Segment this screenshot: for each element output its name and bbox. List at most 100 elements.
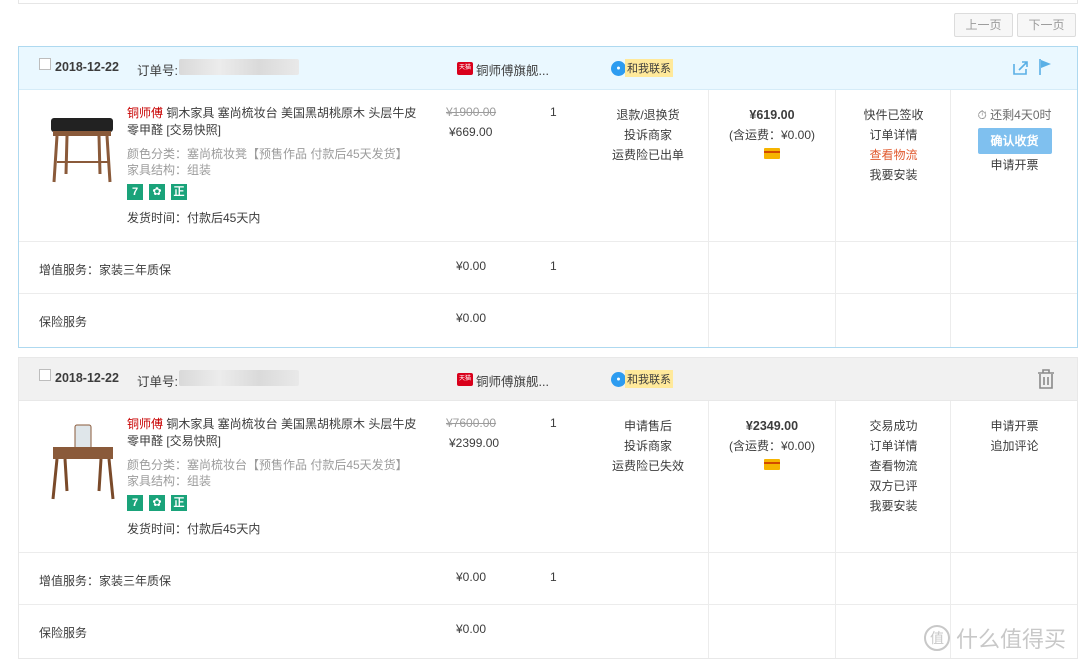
after-sale-links: 退款/退换货 投诉商家 运费险已出单	[593, 105, 703, 165]
product-title-link[interactable]: 铜师傅 铜木家具 塞尚梳妆台 美国黑胡桃原木 头层牛皮零甲醛 [交易快照]	[127, 105, 427, 139]
order-checkbox[interactable]	[39, 58, 51, 70]
order-number-label: 订单号:	[137, 375, 178, 389]
order-detail-link[interactable]: 订单详情	[836, 436, 951, 456]
pager: 上一页 下一页	[954, 13, 1076, 37]
seven-day-return-icon[interactable]: 7	[127, 495, 143, 511]
status-text: 交易成功	[869, 419, 918, 433]
status-text: 快件已签收	[863, 108, 924, 122]
complain-link[interactable]: 投诉商家	[593, 436, 703, 456]
stool-thumbnail[interactable]	[43, 110, 123, 190]
prev-page-button[interactable]: 上一页	[954, 13, 1013, 37]
review-status[interactable]: 双方已评	[836, 476, 951, 496]
shield-icon[interactable]: ✿	[149, 495, 165, 511]
extra-label: 保险服务	[39, 315, 88, 329]
extra-label: 增值服务：家装三年质保	[39, 574, 172, 588]
countdown: ⏱ 还剩4天0时	[977, 108, 1052, 122]
original-price: ¥7600.00	[446, 416, 497, 430]
order-status: 交易成功 订单详情 查看物流 双方已评 我要安装	[836, 416, 951, 516]
order-card: 2018-12-22 订单号: 天猫 铜师傅旗舰... ● 和我联系 铜师傅 铜…	[18, 357, 1078, 659]
extra-price: ¥0.00	[456, 622, 487, 636]
genuine-icon[interactable]: 正	[171, 184, 187, 200]
order-number-redacted	[179, 370, 299, 386]
insurance-status[interactable]: 运费险已出单	[593, 145, 703, 165]
top-divider	[18, 0, 1078, 4]
total-amount: ¥619.00	[749, 108, 795, 122]
insurance-status[interactable]: 运费险已失效	[593, 456, 703, 476]
refund-link[interactable]: 退款/退换货	[593, 105, 703, 125]
product-title-link[interactable]: 铜师傅 铜木家具 塞尚梳妆台 美国黑胡桃原木 头层牛皮零甲醛 [交易快照]	[127, 416, 427, 450]
order-header: 2018-12-22 订单号: 天猫 铜师傅旗舰... ● 和我联系	[19, 358, 1077, 401]
share-icon[interactable]	[1012, 60, 1029, 76]
product-name: 铜木家具 塞尚梳妆台 美国黑胡桃原木 头层牛皮零甲醛 [交易快照]	[127, 417, 417, 448]
extra-row: 增值服务：家装三年质保 ¥0.00 1	[19, 553, 1077, 605]
shield-icon[interactable]: ✿	[149, 184, 165, 200]
credit-card-icon	[764, 459, 780, 470]
shop-name-link[interactable]: 铜师傅旗舰...	[476, 60, 549, 79]
confirm-receipt-button[interactable]: 确认收货	[977, 128, 1052, 154]
order-total: ¥2349.00 (含运费：¥0.00)	[709, 416, 835, 476]
quantity: 1	[550, 416, 557, 430]
order-card: 2018-12-22 订单号: 天猫 铜师傅旗舰... ● 和我联系 铜师傅 铜…	[18, 46, 1078, 348]
extra-label: 增值服务：家装三年质保	[39, 263, 172, 277]
contact-seller-button[interactable]: ● 和我联系	[611, 370, 673, 388]
sku-structure: 家具结构：组装	[127, 163, 212, 177]
order-number-label: 订单号:	[137, 64, 178, 78]
order-detail-link[interactable]: 订单详情	[836, 125, 951, 145]
track-shipment-link[interactable]: 查看物流	[836, 145, 951, 165]
contact-label: 和我联系	[625, 59, 673, 77]
chat-icon: ●	[611, 60, 626, 76]
quantity: 1	[550, 105, 557, 119]
invoice-link[interactable]: 申请开票	[951, 155, 1078, 175]
product-name: 铜木家具 塞尚梳妆台 美国黑胡桃原木 头层牛皮零甲醛 [交易快照]	[127, 106, 417, 137]
countdown-text: 还剩4天0时	[990, 108, 1052, 122]
order-date: 2018-12-22	[55, 60, 119, 74]
product-sku: 颜色分类：塞尚梳妆台【预售作品 付款后45天发货】 家具结构：组装	[127, 457, 427, 489]
watermark: 值 什么值得买	[923, 622, 1066, 654]
flag-icon[interactable]	[1038, 58, 1052, 76]
order-number-redacted	[179, 59, 299, 75]
extra-row: 增值服务：家装三年质保 ¥0.00 1	[19, 242, 1077, 294]
install-link[interactable]: 我要安装	[836, 496, 951, 516]
track-shipment-link[interactable]: 查看物流	[836, 456, 951, 476]
smzdm-logo-icon: 值	[923, 625, 950, 651]
extra-price: ¥0.00	[456, 259, 487, 273]
order-total: ¥619.00 (含运费：¥0.00)	[709, 105, 835, 165]
vanity-table-thumbnail[interactable]	[43, 421, 123, 501]
contact-seller-button[interactable]: ● 和我联系	[611, 59, 673, 77]
extra-qty: 1	[550, 570, 557, 584]
seven-day-return-icon[interactable]: 7	[127, 184, 143, 200]
add-review-link[interactable]: 追加评论	[951, 436, 1078, 456]
contact-label: 和我联系	[625, 370, 673, 388]
shop-name-link[interactable]: 铜师傅旗舰...	[476, 371, 549, 390]
next-page-button[interactable]: 下一页	[1017, 13, 1076, 37]
after-sale-link[interactable]: 申请售后	[593, 416, 703, 436]
invoice-link[interactable]: 申请开票	[951, 416, 1078, 436]
product-sku: 颜色分类：塞尚梳妆凳【预售作品 付款后45天发货】 家具结构：组装	[127, 146, 427, 178]
extra-row: 保险服务 ¥0.00	[19, 605, 1077, 658]
tmall-icon: 天猫	[457, 62, 473, 75]
order-checkbox[interactable]	[39, 369, 51, 381]
order-actions: 申请开票 追加评论	[951, 416, 1078, 456]
tmall-icon: 天猫	[457, 373, 473, 386]
shipping-fee: (含运费：¥0.00)	[728, 439, 816, 453]
total-amount: ¥2349.00	[745, 419, 799, 433]
after-sale-links: 申请售后 投诉商家 运费险已失效	[593, 416, 703, 476]
complain-link[interactable]: 投诉商家	[593, 125, 703, 145]
order-date: 2018-12-22	[55, 371, 119, 385]
credit-card-icon	[764, 148, 780, 159]
unit-price: ¥2399.00	[449, 436, 500, 450]
install-link[interactable]: 我要安装	[836, 165, 951, 185]
sku-color: 颜色分类：塞尚梳妆台【预售作品 付款后45天发货】	[127, 458, 408, 472]
extra-label: 保险服务	[39, 626, 88, 640]
genuine-icon[interactable]: 正	[171, 495, 187, 511]
extra-qty: 1	[550, 259, 557, 273]
extra-row: 保险服务 ¥0.00	[19, 294, 1077, 347]
trash-icon[interactable]	[1037, 369, 1055, 389]
order-actions: ⏱ 还剩4天0时 确认收货 申请开票	[951, 105, 1078, 175]
order-status: 快件已签收 订单详情 查看物流 我要安装	[836, 105, 951, 185]
unit-price: ¥669.00	[449, 125, 493, 139]
service-badges: 7 ✿ 正	[127, 495, 187, 511]
extra-price: ¥0.00	[456, 311, 487, 325]
extra-price: ¥0.00	[456, 570, 487, 584]
product-brand: 铜师傅	[127, 417, 164, 431]
